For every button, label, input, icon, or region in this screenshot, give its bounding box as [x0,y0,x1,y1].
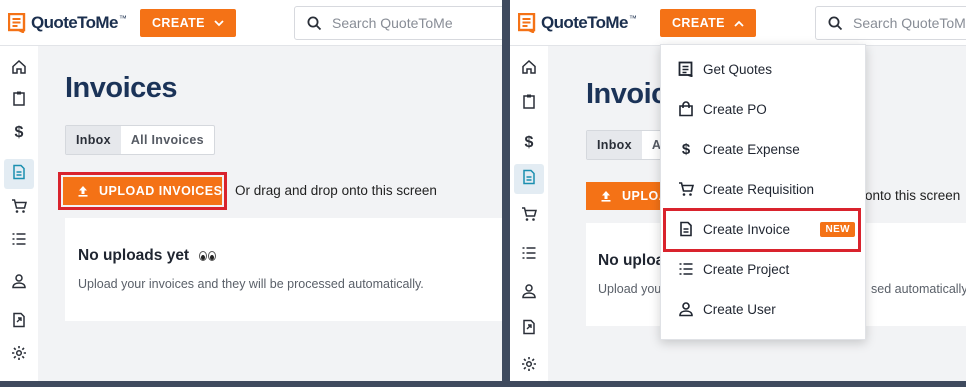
create-button[interactable]: CREATE [140,9,236,37]
nav-users[interactable] [4,268,34,298]
nav-projects[interactable] [514,240,544,270]
tab-inbox[interactable]: Inbox [66,126,121,154]
search-placeholder: Search QuoteToMe [853,15,966,31]
menu-item-create-expense[interactable]: $ Create Expense [661,129,865,169]
user-icon [521,283,537,304]
app-name: QuoteToMe™ [31,13,127,32]
search-icon [307,16,322,30]
create-button[interactable]: CREATE [660,9,756,37]
nav-expenses[interactable]: $ [514,128,544,158]
nav-quotes[interactable] [514,88,544,118]
empty-state-title: No uploa [598,252,665,269]
sidebar: $ [510,46,548,381]
menu-item-create-po[interactable]: Create PO [661,89,865,129]
page-title: Invoic [586,78,667,110]
clipboard-icon [521,93,537,114]
nav-import[interactable] [4,307,34,337]
menu-item-get-quotes[interactable]: Get Quotes [661,49,865,89]
home-icon [521,59,537,80]
tab-all-invoices[interactable]: All Invoices [121,126,214,154]
menu-item-label: Create Expense [703,141,800,157]
upload-invoices-button[interactable]: UPLOA [586,182,666,210]
drag-drop-hint: onto this screen [865,188,961,203]
menu-item-create-project[interactable]: Create Project [661,249,865,289]
nav-settings[interactable] [514,351,544,381]
invoices-screen-before: QuoteToMe™ CREATE Search QuoteToMe $ Inv… [0,0,502,381]
search-input[interactable]: Search QuoteToMe [815,6,966,40]
user-icon [678,301,694,317]
nav-expenses[interactable]: $ [4,118,34,148]
home-icon [11,59,27,80]
nav-users[interactable] [514,278,544,308]
search-input[interactable]: Search QuoteToMe [294,6,502,40]
chevron-up-icon [734,16,744,30]
quote-icon [678,61,694,77]
empty-state-title: No uploads yet [78,247,217,265]
cart-icon [678,181,694,197]
nav-invoices[interactable] [514,164,544,194]
nav-home[interactable] [514,54,544,84]
top-bar: QuoteToMe™ CREATE Search QuoteToMe [0,0,502,46]
empty-state-subtitle: Upload your invoices and they will be pr… [78,277,424,291]
quotetome-logo-icon [7,12,26,34]
clipboard-icon [11,90,27,111]
sidebar: $ [0,46,38,381]
invoices-screen-with-create-menu: QuoteToMe™ CREATE Search QuoteToMe $ Inv… [510,0,966,381]
nav-home[interactable] [4,54,34,84]
chevron-down-icon [214,16,224,30]
page-title: Invoices [65,72,178,104]
highlight-box-upload [58,172,227,210]
import-icon [521,319,537,340]
create-menu: Get Quotes Create PO $ Create Expense Cr… [660,44,866,340]
eyes-emoji-icon [199,250,217,261]
invoice-icon [11,164,27,185]
nav-invoices[interactable] [4,159,34,189]
empty-state-card: No uploads yet Upload your invoices and … [65,218,502,321]
app-name: QuoteToMe™ [541,13,637,32]
invoice-tabs: Inbox All Invoices [65,125,215,155]
menu-item-create-requisition[interactable]: Create Requisition [661,169,865,209]
menu-item-label: Create User [703,301,776,317]
bag-icon [678,101,694,117]
upload-icon [601,191,611,202]
menu-item-label: Create Requisition [703,181,815,197]
drag-drop-hint: Or drag and drop onto this screen [235,183,437,198]
app-logo[interactable]: QuoteToMe™ [7,11,127,35]
cart-icon [11,198,27,219]
nav-projects[interactable] [4,226,34,256]
dollar-icon: $ [524,134,534,151]
invoice-tabs: Inbox A [586,130,666,160]
gear-icon [11,345,27,366]
dollar-icon: $ [681,140,691,158]
menu-item-label: Create Project [703,261,790,277]
tab-inbox[interactable]: Inbox [587,131,642,159]
gear-icon [521,356,537,377]
menu-item-label: Create PO [703,101,767,117]
list-icon [521,245,537,266]
create-button-label: CREATE [672,16,725,30]
highlight-box-create-invoice [663,208,861,252]
import-icon [11,312,27,333]
cart-icon [521,206,537,227]
top-bar: QuoteToMe™ CREATE Search QuoteToMe [510,0,966,46]
empty-state-subtitle-continued: sed automatically [871,282,966,296]
invoice-icon [521,169,537,190]
nav-requisitions[interactable] [4,193,34,223]
search-icon [828,16,843,30]
nav-requisitions[interactable] [514,201,544,231]
search-placeholder: Search QuoteToMe [332,15,453,31]
list-icon [11,231,27,252]
user-icon [11,273,27,294]
empty-state-subtitle: Upload you [598,282,662,296]
create-button-label: CREATE [152,16,205,30]
nav-import[interactable] [514,314,544,344]
quotetome-logo-icon [517,12,536,34]
menu-item-label: Get Quotes [703,61,773,77]
nav-quotes[interactable] [4,85,34,115]
nav-settings[interactable] [4,340,34,370]
menu-item-create-user[interactable]: Create User [661,289,865,329]
dollar-icon: $ [14,124,24,141]
list-icon [678,261,694,277]
app-logo[interactable]: QuoteToMe™ [517,11,637,35]
